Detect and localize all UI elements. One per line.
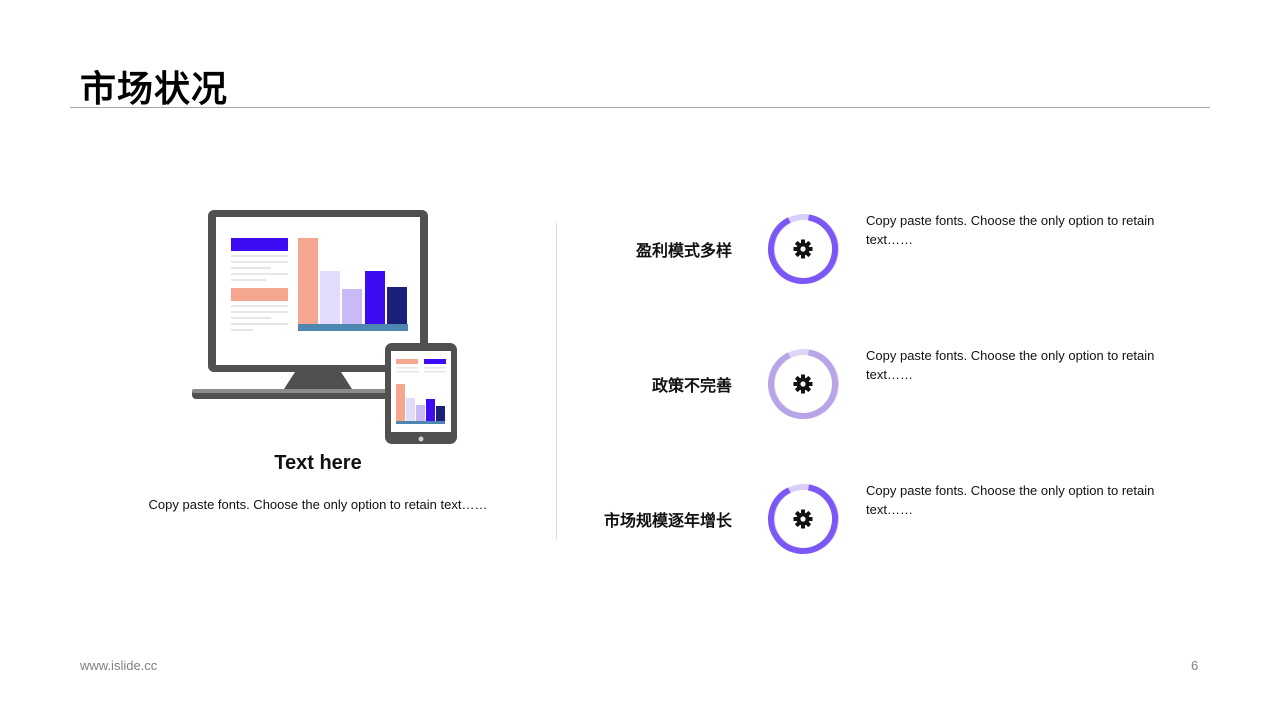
feature-row: 政策不完善 Copy paste fonts. Choose the only … [590,346,1190,426]
feature-label: 市场规模逐年增长 [603,511,732,530]
monitor-stand [284,372,352,389]
feature-ring [768,349,839,419]
feature-description: Copy paste fonts. Choose the only option… [866,348,1155,382]
feature-description: Copy paste fonts. Choose the only option… [866,483,1155,517]
title-underline [70,107,1210,108]
feature-label: 盈利模式多样 [635,241,732,260]
gear-icon [793,509,813,529]
left-description: Copy paste fonts. Choose the only option… [148,497,488,512]
vertical-divider [556,223,557,539]
gear-icon [793,239,813,259]
page-title: 市场状况 [80,69,229,110]
feature-ring [768,484,839,554]
feature-row: 市场规模逐年增长 Copy paste fonts. Choose the on… [590,481,1190,561]
feature-ring [768,214,839,284]
feature-row: 盈利模式多样 Copy paste fonts. Choose the only… [590,211,1190,291]
page-number: 6 [1191,658,1199,673]
gear-icon [793,374,813,394]
footer-url: www.islide.cc [80,658,158,673]
left-heading: Text here [274,452,362,474]
devices-illustration [192,210,457,444]
feature-label: 政策不完善 [651,376,732,395]
feature-description: Copy paste fonts. Choose the only option… [866,213,1155,247]
